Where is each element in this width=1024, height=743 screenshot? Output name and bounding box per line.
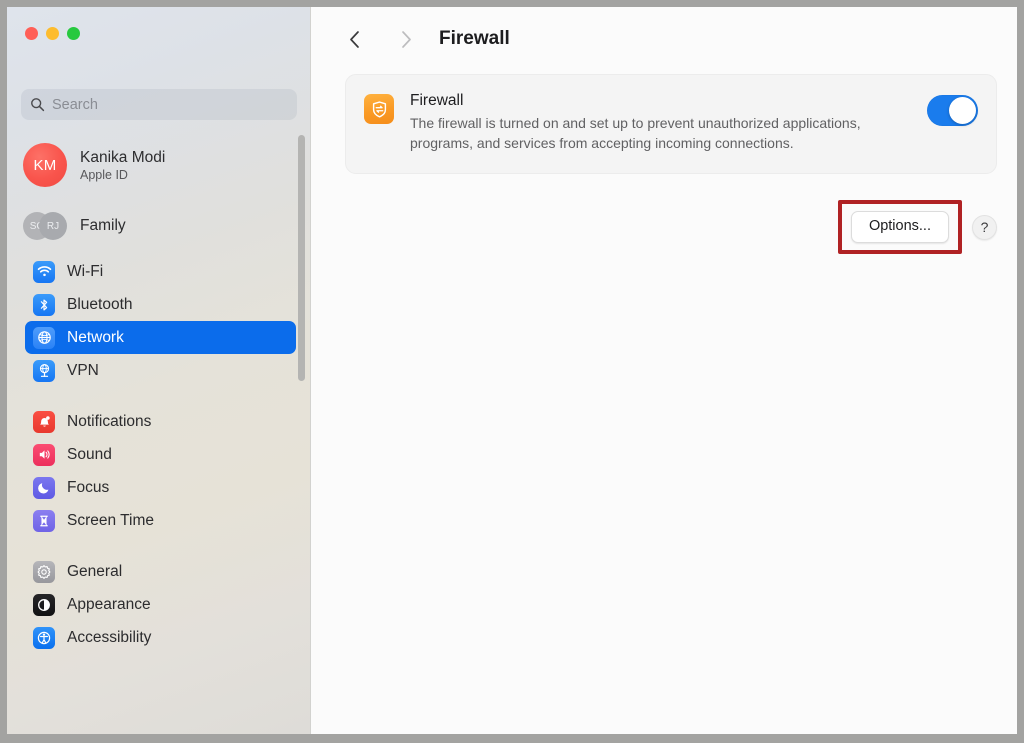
moon-icon xyxy=(33,476,55,499)
window-frame: Search KM Kanika Modi Apple ID SG RJ Fam… xyxy=(0,0,1024,743)
sidebar-item-label: Bluetooth xyxy=(67,295,133,313)
sidebar-item-label: Focus xyxy=(67,478,110,496)
back-button[interactable] xyxy=(337,22,371,56)
options-highlight-annotation: Options... xyxy=(837,199,962,255)
main-content: Firewall Firewall The firewall is turned… xyxy=(311,7,1017,734)
toggle-knob xyxy=(949,97,976,124)
search-icon xyxy=(30,97,45,112)
sidebar-scrollbar-thumb[interactable] xyxy=(298,135,305,381)
system-settings-window: Search KM Kanika Modi Apple ID SG RJ Fam… xyxy=(7,7,1017,734)
bell-icon xyxy=(33,410,55,433)
sidebar-item-notifications[interactable]: Notifications xyxy=(25,405,296,438)
family-avatars: SG RJ xyxy=(23,212,67,240)
firewall-card-body: Firewall The firewall is turned on and s… xyxy=(410,92,911,154)
chevron-right-icon xyxy=(401,30,411,48)
forward-button[interactable] xyxy=(389,22,423,56)
sidebar-item-label: Notifications xyxy=(67,412,152,430)
sidebar-item-label: General xyxy=(67,562,123,580)
sidebar-item-screen-time[interactable]: Screen Time xyxy=(25,504,296,537)
page-title: Firewall xyxy=(439,28,510,49)
maximize-button[interactable] xyxy=(67,27,80,40)
sidebar-item-label: Screen Time xyxy=(67,511,155,529)
sidebar-item-appearance[interactable]: Appearance xyxy=(25,588,296,621)
avatar: KM xyxy=(23,143,67,187)
search-input[interactable]: Search xyxy=(21,89,297,120)
hourglass-icon xyxy=(33,509,55,532)
sidebar-item-sound[interactable]: Sound xyxy=(25,438,296,471)
sidebar-item-label: Family xyxy=(80,217,126,234)
sidebar-item-label: VPN xyxy=(67,361,99,379)
sidebar-nav: Wi-Fi Bluetooth Network VPN Notification… xyxy=(7,255,311,672)
firewall-card: Firewall The firewall is turned on and s… xyxy=(345,74,997,174)
speaker-icon xyxy=(33,443,55,466)
sidebar-group-general: General Appearance Accessibility xyxy=(7,555,311,654)
account-text: Kanika Modi Apple ID xyxy=(80,149,165,182)
toolbar: Firewall xyxy=(311,7,1017,71)
sidebar-scrollbar[interactable] xyxy=(298,135,305,385)
sidebar-item-label: Wi-Fi xyxy=(67,262,104,280)
account-name: Kanika Modi xyxy=(80,148,166,166)
firewall-shield-icon xyxy=(364,94,394,124)
sidebar-item-label: Sound xyxy=(67,445,112,463)
sidebar-item-general[interactable]: General xyxy=(25,555,296,588)
sidebar-item-apple-id[interactable]: KM Kanika Modi Apple ID xyxy=(23,143,283,187)
sidebar-item-accessibility[interactable]: Accessibility xyxy=(25,621,296,654)
close-button[interactable] xyxy=(25,27,38,40)
firewall-description: The firewall is turned on and set up to … xyxy=(410,115,861,152)
family-avatar: RJ xyxy=(39,212,67,240)
account-subtitle: Apple ID xyxy=(80,167,128,182)
accessibility-icon xyxy=(33,626,55,649)
sidebar-item-vpn[interactable]: VPN xyxy=(25,354,296,387)
sidebar-item-bluetooth[interactable]: Bluetooth xyxy=(25,288,296,321)
minimize-button[interactable] xyxy=(46,27,59,40)
wifi-icon xyxy=(33,260,55,283)
sidebar: Search KM Kanika Modi Apple ID SG RJ Fam… xyxy=(7,7,311,734)
sidebar-group-system: Notifications Sound Focus Screen Time xyxy=(7,405,311,537)
sidebar-group-network: Wi-Fi Bluetooth Network VPN xyxy=(7,255,311,387)
firewall-title: Firewall xyxy=(410,92,464,109)
network-globe-icon xyxy=(33,326,55,349)
help-button[interactable]: ? xyxy=(972,214,997,240)
chevron-left-icon xyxy=(349,30,359,48)
vpn-icon xyxy=(33,359,55,382)
options-button[interactable]: Options... xyxy=(850,210,949,244)
sidebar-item-label: Network xyxy=(67,328,124,346)
sidebar-item-network[interactable]: Network xyxy=(25,321,296,354)
appearance-icon xyxy=(33,593,55,616)
action-row: Options... ? xyxy=(345,199,997,255)
search-placeholder: Search xyxy=(52,96,98,113)
sidebar-item-label: Appearance xyxy=(67,595,151,613)
sidebar-item-wi-fi[interactable]: Wi-Fi xyxy=(25,255,296,288)
sidebar-item-focus[interactable]: Focus xyxy=(25,471,296,504)
firewall-toggle[interactable] xyxy=(927,95,978,126)
traffic-lights xyxy=(25,27,80,40)
sidebar-item-family[interactable]: SG RJ Family xyxy=(23,209,283,243)
gear-icon xyxy=(33,560,55,583)
sidebar-item-label: Accessibility xyxy=(67,628,152,646)
bluetooth-icon xyxy=(33,293,55,316)
